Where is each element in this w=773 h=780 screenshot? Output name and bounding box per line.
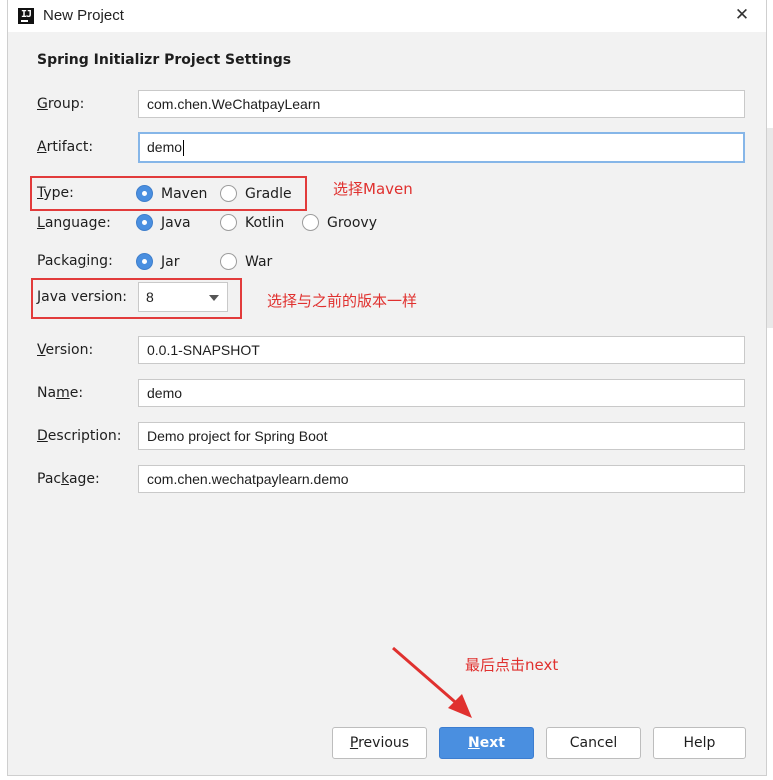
arrow-shaft (392, 646, 463, 710)
annotation-arrow (392, 646, 472, 718)
